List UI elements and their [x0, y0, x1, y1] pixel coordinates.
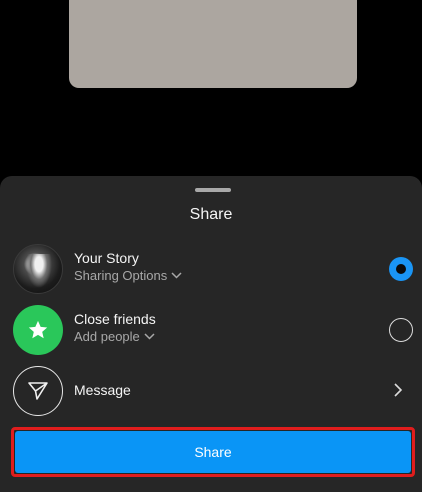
- add-people-link[interactable]: Add people: [74, 329, 155, 344]
- chevron-down-icon: [144, 333, 155, 340]
- option-message[interactable]: Message: [0, 364, 422, 420]
- close-friends-label: Close friends: [74, 311, 156, 327]
- chevron-right-icon: [394, 383, 403, 397]
- add-people-label: Add people: [74, 329, 140, 344]
- option-close-friends[interactable]: Close friends Add people: [0, 303, 422, 359]
- close-friends-radio[interactable]: [389, 318, 413, 342]
- sharing-options-label: Sharing Options: [74, 268, 168, 283]
- share-button[interactable]: Share: [15, 431, 411, 473]
- message-icon-circle: [13, 366, 63, 416]
- avatar: [13, 244, 63, 294]
- avatar-figure: [26, 254, 52, 288]
- radio-dot: [396, 264, 406, 274]
- option-your-story[interactable]: Your Story Sharing Options: [0, 242, 422, 298]
- close-friends-badge: [13, 305, 63, 355]
- sharing-options-link[interactable]: Sharing Options: [74, 268, 182, 283]
- your-story-label: Your Story: [74, 250, 139, 266]
- story-preview-card: [69, 0, 357, 88]
- paper-plane-icon: [28, 382, 48, 400]
- sheet-title: Share: [189, 206, 233, 223]
- chevron-down-icon: [171, 272, 182, 279]
- star-icon: [28, 320, 48, 339]
- sheet-grabber[interactable]: [195, 188, 231, 192]
- message-label: Message: [74, 382, 131, 398]
- your-story-radio[interactable]: [389, 257, 413, 281]
